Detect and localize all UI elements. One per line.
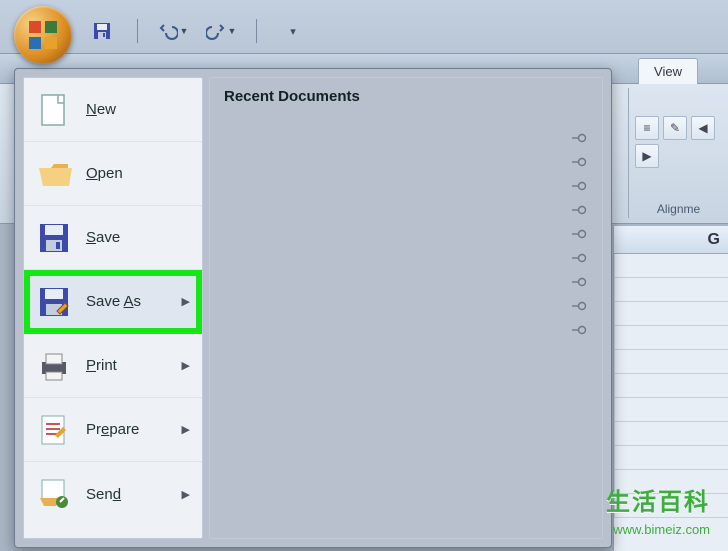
cell[interactable]	[614, 374, 728, 397]
menu-item-label: Prepare	[86, 421, 139, 438]
open-folder-icon	[36, 156, 72, 192]
align-btn-2[interactable]: ✎	[663, 116, 687, 140]
column-header[interactable]: G	[614, 226, 728, 254]
qat-undo-button[interactable]: ▼	[156, 18, 190, 44]
cell[interactable]	[614, 254, 728, 277]
pin-icon[interactable]	[570, 275, 588, 289]
submenu-arrow-icon: ▶	[182, 359, 190, 372]
menu-item-label: Save	[86, 229, 120, 246]
qat-customize-caret-icon: ▾	[290, 25, 296, 38]
save-as-disk-icon	[36, 284, 72, 320]
new-document-icon	[36, 92, 72, 128]
qat-separator	[137, 19, 138, 43]
save-icon	[92, 21, 112, 41]
ribbon-group-label: Alignme	[629, 202, 728, 216]
menu-item-send[interactable]: Send ▶	[24, 462, 202, 526]
pin-icon[interactable]	[570, 299, 588, 313]
prepare-document-icon	[36, 412, 72, 448]
redo-dropdown-caret-icon[interactable]: ▼	[228, 26, 237, 36]
recent-documents-header: Recent Documents	[224, 88, 588, 105]
qat-redo-button[interactable]: ▼	[204, 18, 238, 44]
menu-item-print[interactable]: Print ▶	[24, 334, 202, 398]
pin-icon[interactable]	[570, 155, 588, 169]
save-disk-icon	[36, 220, 72, 256]
menu-item-save-as[interactable]: Save As ▶	[24, 270, 202, 334]
cell[interactable]	[614, 278, 728, 301]
office-menu: New Open Save Save As ▶ Print	[14, 68, 612, 548]
office-menu-left-panel: New Open Save Save As ▶ Print	[23, 77, 203, 539]
qat-separator	[256, 19, 257, 43]
submenu-arrow-icon: ▶	[182, 423, 190, 436]
send-mail-icon	[36, 476, 72, 512]
watermark-text: 生活百科	[606, 482, 710, 517]
office-button[interactable]	[14, 6, 72, 64]
indent-decrease-button[interactable]: ◀	[691, 116, 715, 140]
menu-item-open[interactable]: Open	[24, 142, 202, 206]
pin-icon[interactable]	[570, 203, 588, 217]
qat-customize-button[interactable]: ▾	[275, 18, 309, 44]
menu-item-label: Open	[86, 165, 123, 182]
title-bar: ▼ ▼ ▾	[0, 0, 728, 54]
menu-item-prepare[interactable]: Prepare ▶	[24, 398, 202, 462]
office-logo-icon	[27, 19, 59, 51]
pin-icon[interactable]	[570, 227, 588, 241]
menu-item-label: Save As	[86, 293, 141, 310]
menu-item-save[interactable]: Save	[24, 206, 202, 270]
menu-item-new[interactable]: New	[24, 78, 202, 142]
pin-icon[interactable]	[570, 323, 588, 337]
ribbon-group-alignment: ≡ ✎ ◀ ▶ Alignme	[628, 88, 728, 218]
pin-icon[interactable]	[570, 131, 588, 145]
menu-item-label: Print	[86, 357, 117, 374]
redo-icon	[206, 21, 226, 41]
undo-dropdown-caret-icon[interactable]: ▼	[180, 26, 189, 36]
pin-icon[interactable]	[570, 251, 588, 265]
tab-view[interactable]: View	[638, 58, 698, 84]
submenu-arrow-icon: ▶	[182, 295, 190, 308]
cell[interactable]	[614, 398, 728, 421]
recent-documents-panel: Recent Documents	[209, 77, 603, 539]
menu-item-label: Send	[86, 486, 121, 503]
printer-icon	[36, 348, 72, 384]
cell[interactable]	[614, 446, 728, 469]
cell[interactable]	[614, 326, 728, 349]
recent-documents-list	[224, 113, 588, 337]
undo-icon	[158, 21, 178, 41]
menu-item-label: New	[86, 101, 116, 118]
submenu-arrow-icon: ▶	[182, 488, 190, 501]
qat-save-button[interactable]	[85, 18, 119, 44]
align-btn-1[interactable]: ≡	[635, 116, 659, 140]
cell[interactable]	[614, 422, 728, 445]
cell[interactable]	[614, 350, 728, 373]
quick-access-toolbar: ▼ ▼ ▾	[85, 18, 309, 44]
watermark-url: www.bimeiz.com	[613, 522, 710, 537]
indent-increase-button[interactable]: ▶	[635, 144, 659, 168]
cell[interactable]	[614, 302, 728, 325]
pin-icon[interactable]	[570, 179, 588, 193]
